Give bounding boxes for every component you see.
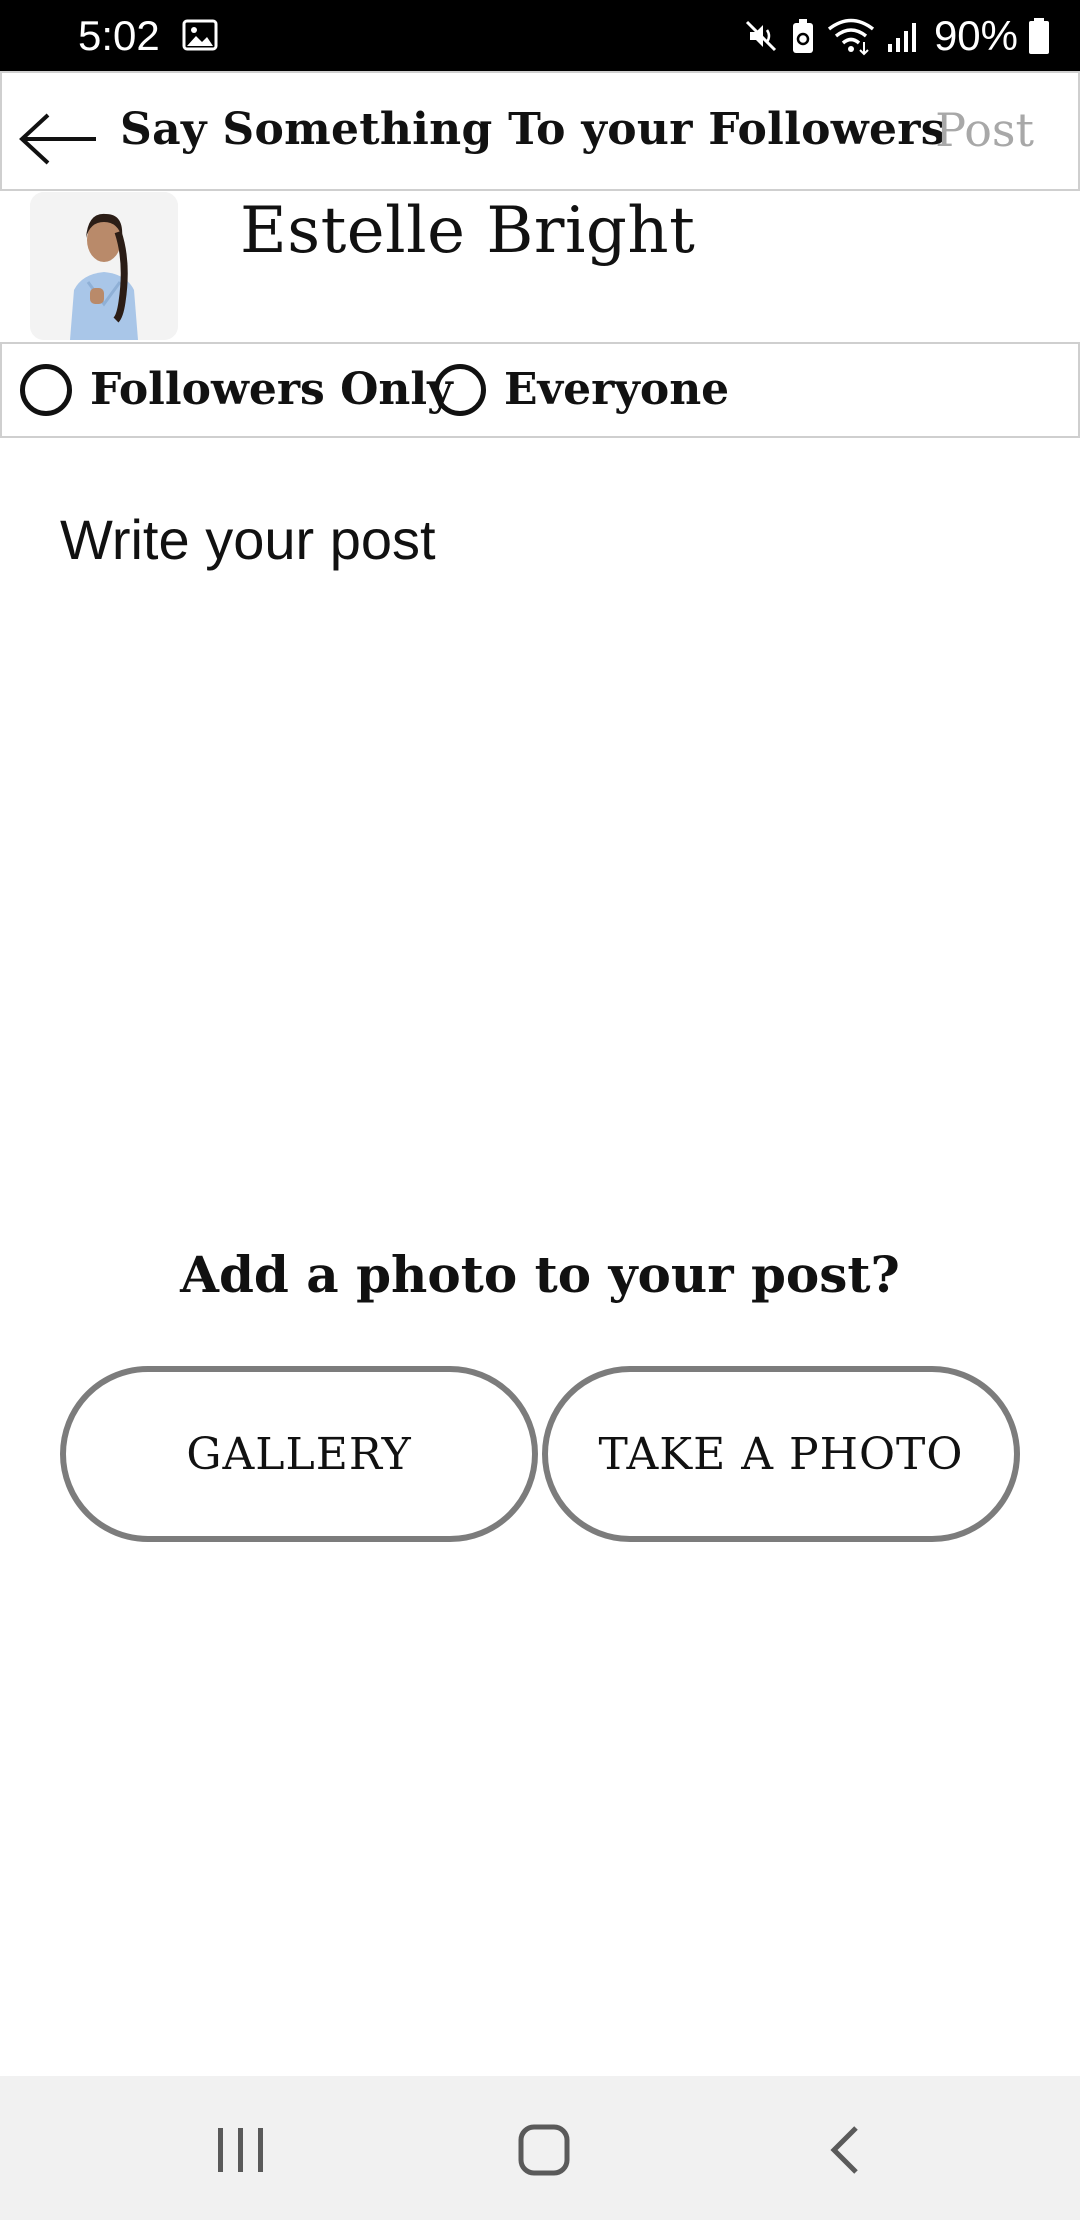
radio-button-icon[interactable] (434, 364, 486, 416)
take-photo-button-label: TAKE A PHOTO (598, 1428, 964, 1480)
app-header: Say Something To your Followers Post (0, 71, 1080, 191)
gallery-button-label: GALLERY (186, 1428, 412, 1480)
battery-percent: 90% (933, 12, 1018, 59)
navigation-bar (0, 2076, 1080, 2220)
radio-button-icon[interactable] (20, 364, 72, 416)
avatar (30, 192, 178, 340)
post-button[interactable]: Post (935, 101, 1034, 159)
home-icon[interactable] (516, 2122, 572, 2178)
battery-icon (1029, 18, 1049, 54)
mute-icon (745, 20, 776, 52)
back-icon[interactable] (826, 2122, 864, 2178)
take-photo-button[interactable]: TAKE A PHOTO (542, 1366, 1020, 1542)
status-time: 5:02 (78, 12, 160, 59)
everyone-option[interactable]: Everyone (434, 344, 729, 436)
followers-only-option[interactable]: Followers Only (20, 344, 453, 436)
post-text-input[interactable]: Write your post (60, 500, 1020, 1100)
page-title: Say Something To your Followers (120, 104, 946, 155)
gallery-icon (182, 19, 218, 51)
battery-saver-icon (792, 19, 813, 53)
user-name: Estelle Bright (240, 194, 696, 268)
recents-icon[interactable] (214, 2124, 268, 2176)
visibility-radio-group: Followers Only Everyone (0, 342, 1080, 438)
status-bar: 5:02 90% (0, 0, 1080, 71)
followers-only-label: Followers Only (90, 364, 453, 415)
photo-prompt: Add a photo to your post? (180, 1245, 900, 1304)
signal-icon (887, 23, 916, 52)
gallery-button[interactable]: GALLERY (60, 1366, 538, 1542)
everyone-label: Everyone (504, 364, 730, 415)
wifi-icon (827, 18, 875, 56)
arrow-left-icon[interactable] (18, 113, 100, 165)
